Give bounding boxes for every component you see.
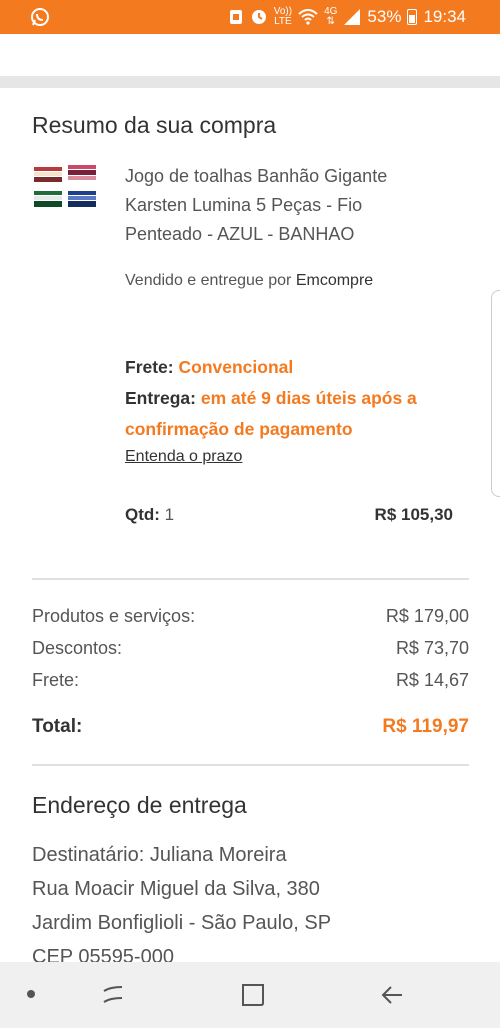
shipping-row: Frete: R$ 14,67	[32, 670, 469, 691]
item-price: R$ 105,30	[374, 505, 453, 524]
shipping-cost-value: R$ 14,67	[395, 670, 469, 690]
section-divider	[0, 76, 500, 88]
back-icon[interactable]	[380, 982, 406, 1008]
recent-apps-icon[interactable]	[100, 982, 126, 1008]
total-value: R$ 119,97	[382, 716, 469, 737]
discounts-row: Descontos: R$ 73,70	[32, 638, 469, 659]
products-value: R$ 179,00	[385, 606, 469, 626]
status-bar: Vo)) LTE 4G ⇅ 53% 19:34	[0, 0, 500, 34]
seller-name: Emcompre	[295, 272, 374, 289]
quantity: Qtd: 1	[125, 505, 174, 525]
signal-icon	[344, 9, 361, 25]
quantity-value: 1	[164, 505, 175, 524]
nav-dot-indicator[interactable]	[27, 990, 35, 998]
data-indicator: 4G ⇅	[324, 6, 338, 27]
delivery-address-title: Endereço de entrega	[32, 792, 247, 818]
total-row: Total: R$ 119,97	[32, 716, 469, 738]
divider	[32, 578, 469, 580]
volte-lte-label: Vo)) LTE	[273, 6, 293, 27]
address-street: Rua Moacir Miguel da Silva, 380	[32, 878, 320, 900]
products-label: Produtos e serviços:	[32, 606, 196, 626]
delivery-label: Entrega:	[125, 388, 196, 408]
summary-title: Resumo da sua compra	[32, 112, 277, 138]
address-district: Jardim Bonfiglioli - São Paulo, SP	[32, 912, 332, 934]
sync-icon	[251, 10, 266, 24]
divider	[32, 764, 469, 766]
whatsapp-icon	[31, 8, 49, 26]
quantity-label: Qtd:	[125, 505, 160, 524]
discounts-value: R$ 73,70	[395, 638, 469, 658]
shipping-label: Frete:	[125, 357, 174, 377]
battery-icon	[407, 9, 418, 25]
shipping-cost-label: Frete:	[32, 670, 80, 690]
discounts-label: Descontos:	[32, 638, 123, 658]
shipping-info: Frete: Convencional Entrega: em até 9 di…	[125, 352, 455, 445]
delivery-address: Destinatário: Juliana Moreira Rua Moacir…	[32, 838, 331, 974]
address-recipient: Destinatário: Juliana Moreira	[32, 844, 287, 866]
alarm-icon	[229, 10, 242, 24]
products-row: Produtos e serviços: R$ 179,00	[32, 606, 469, 627]
seller-info: Vendido e entregue por Emcompre	[125, 272, 373, 290]
product-name[interactable]: Jogo de toalhas Banhão Gigante Karsten L…	[125, 162, 425, 249]
total-label: Total:	[32, 716, 83, 737]
shipping-method: Convencional	[178, 357, 294, 377]
seller-prefix: Vendido e entregue por	[125, 272, 296, 289]
wifi-icon	[298, 9, 318, 25]
home-icon[interactable]	[240, 982, 266, 1008]
understand-deadline-link[interactable]: Entenda o prazo	[125, 448, 242, 466]
clock: 19:34	[423, 7, 466, 26]
battery-percent: 53%	[367, 7, 402, 26]
product-thumbnail[interactable]	[32, 163, 102, 219]
edge-panel-handle[interactable]	[491, 290, 500, 497]
